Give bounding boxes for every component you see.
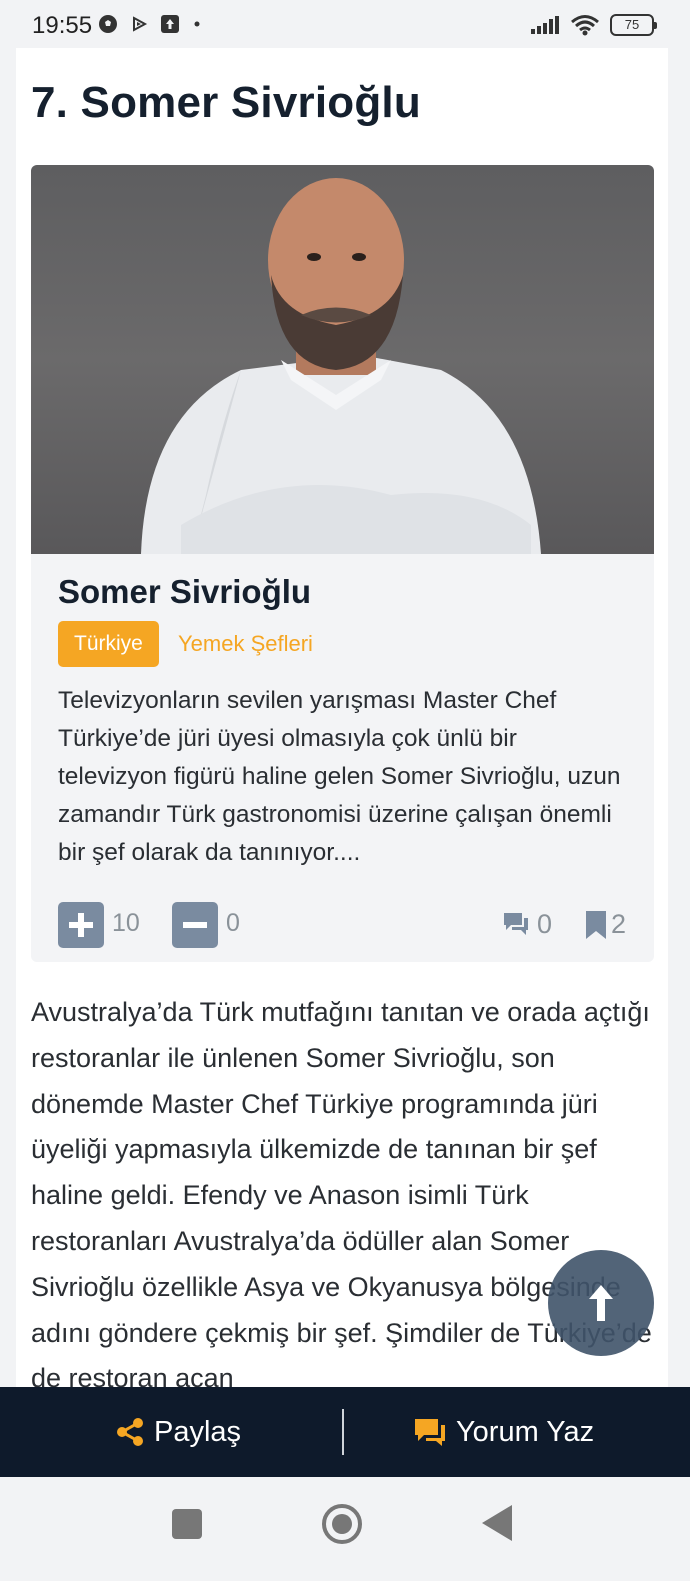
comments-icon[interactable]: [502, 910, 530, 938]
battery-icon: 75: [610, 14, 657, 36]
list-item-title: 7. Somer Sivrioğlu: [31, 78, 421, 127]
chef-card[interactable]: Somer Sivrioğlu Türkiye Yemek Şefleri Te…: [31, 165, 654, 962]
play-icon: [133, 16, 148, 32]
wifi-icon: [571, 15, 599, 36]
bookmark-icon[interactable]: [585, 910, 607, 940]
chef-name: Somer Sivrioğlu: [58, 573, 312, 610]
card-actions: 10 0 0 2: [58, 902, 628, 948]
upvote-count: 10: [112, 909, 140, 937]
notification-icons: [98, 14, 202, 34]
plus-icon: [69, 913, 93, 937]
article-content: 7. Somer Sivrioğlu Somer Sivrioğlu Türki…: [16, 48, 668, 1388]
system-nav-bar: [0, 1477, 690, 1581]
upvote-button[interactable]: [58, 902, 104, 948]
signal-icon: [531, 16, 559, 34]
status-bar: 19:55 75: [0, 0, 690, 48]
system-icons: 75: [530, 14, 657, 36]
bottom-action-bar: Paylaş Yorum Yaz: [0, 1387, 690, 1477]
home-button[interactable]: [322, 1504, 362, 1544]
scroll-top-button[interactable]: [548, 1250, 654, 1356]
comment-icon: [415, 1419, 445, 1446]
soccer-ball-icon: [99, 15, 117, 33]
comment-label: Yorum Yaz: [456, 1415, 595, 1448]
share-label: Paylaş: [154, 1415, 242, 1448]
share-icon: [117, 1418, 143, 1446]
downvote-count: 0: [226, 909, 240, 937]
minus-icon: [183, 922, 207, 928]
recents-button[interactable]: [172, 1509, 202, 1539]
downvote-button[interactable]: [172, 902, 218, 948]
category-tag[interactable]: Yemek Şefleri: [178, 621, 313, 667]
upload-icon: [161, 15, 179, 33]
comments-count: 0: [537, 909, 553, 939]
country-tag[interactable]: Türkiye: [58, 621, 159, 667]
action-divider: [342, 1409, 344, 1455]
bookmarks-count: 2: [611, 909, 627, 939]
write-comment-button[interactable]: Yorum Yaz: [414, 1387, 594, 1477]
arrow-up-icon: [589, 1285, 613, 1321]
back-button[interactable]: [482, 1505, 512, 1541]
status-time: 19:55: [32, 12, 93, 39]
chef-photo: [31, 165, 654, 554]
chef-description: Televizyonların sevilen yarışması Master…: [58, 687, 621, 866]
dot-icon: [194, 21, 200, 27]
chef-portrait-image: [141, 178, 541, 554]
share-button[interactable]: Paylaş: [116, 1387, 241, 1477]
